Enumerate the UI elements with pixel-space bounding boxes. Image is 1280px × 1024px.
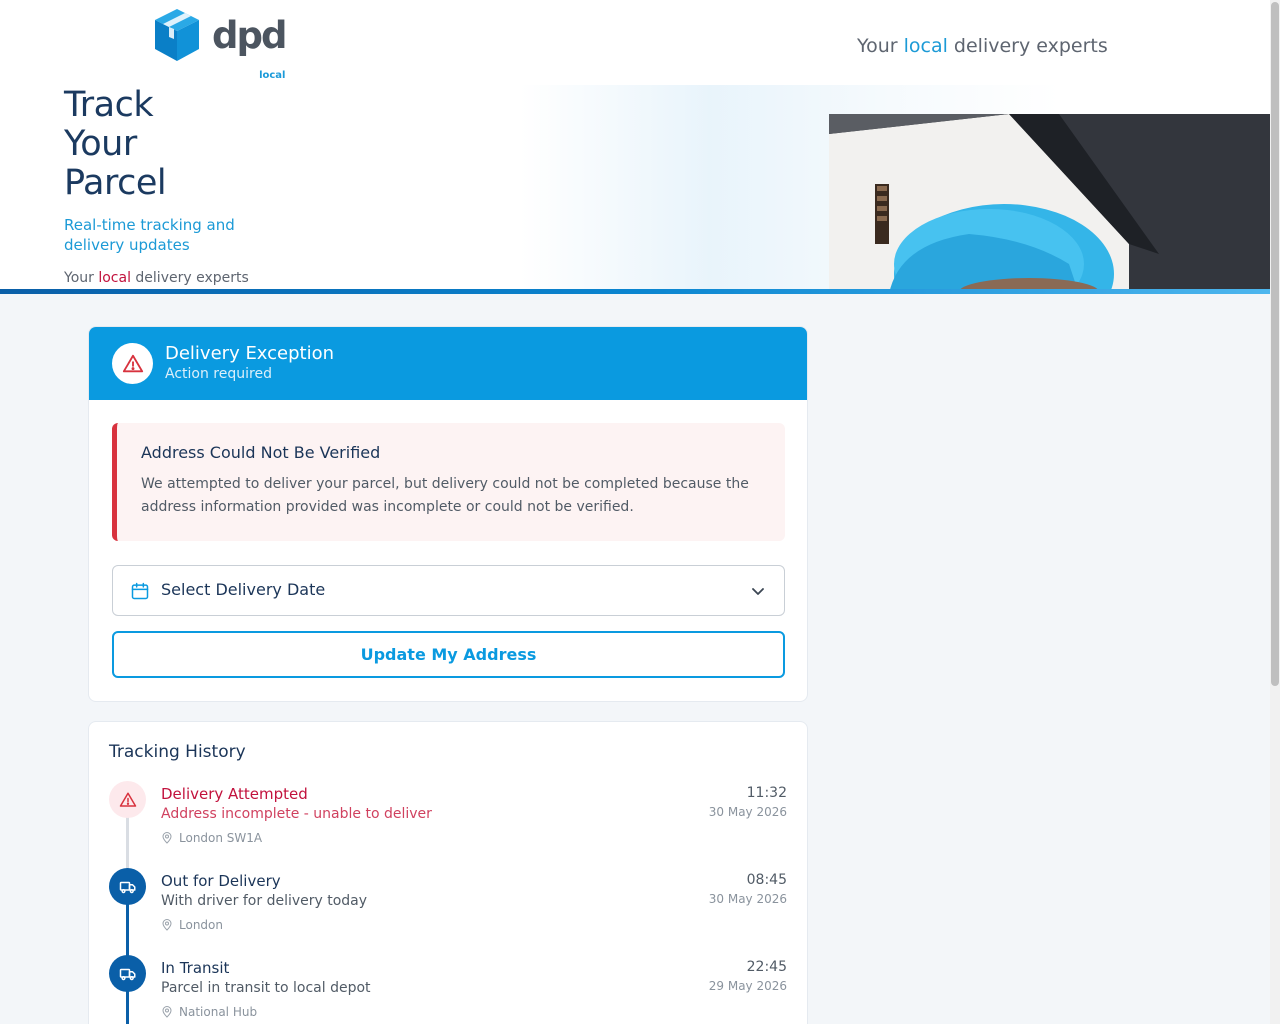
- warning-icon: [112, 343, 153, 384]
- hero-foot-pre: Your: [64, 270, 99, 286]
- update-address-button[interactable]: Update My Address: [112, 631, 785, 678]
- timeline-event: Delivery Attempted Address incomplete - …: [89, 781, 807, 861]
- alert-body: We attempted to deliver your parcel, but…: [141, 476, 749, 515]
- exception-title: Delivery Exception: [165, 343, 335, 364]
- delivery-exception-card: Delivery Exception Action required Addre…: [88, 326, 808, 702]
- exception-subtitle: Action required: [165, 366, 272, 382]
- tagline-post: delivery experts: [947, 35, 1108, 57]
- event-location: London SW1A: [161, 831, 262, 845]
- event-time: 22:45: [746, 959, 787, 975]
- timeline-event: In Transit Parcel in transit to local de…: [89, 955, 807, 1024]
- alert-title: Address Could Not Be Verified: [141, 443, 381, 462]
- address-alert: Address Could Not Be Verified We attempt…: [112, 423, 785, 541]
- event-detail: Address incomplete - unable to deliver: [161, 806, 432, 822]
- location-pin-icon: [162, 919, 172, 931]
- parcel-cube-icon: [155, 9, 199, 61]
- dpd-logo[interactable]: dpd local: [152, 7, 287, 81]
- timeline-event: Out for Delivery With driver for deliver…: [89, 868, 807, 948]
- truck-icon: [109, 955, 146, 992]
- tracking-history-title: Tracking History: [109, 742, 246, 762]
- event-location-text: London SW1A: [179, 831, 263, 845]
- title-line-3: Parcel: [64, 163, 167, 203]
- location-pin-icon: [162, 1006, 172, 1018]
- event-location: National Hub: [161, 1005, 257, 1019]
- event-detail: With driver for delivery today: [161, 893, 368, 909]
- page-scrollbar[interactable]: [1270, 0, 1280, 1024]
- hero-foot-post: delivery experts: [130, 270, 249, 286]
- tracking-history-card: Tracking History Delivery Attempted Addr…: [88, 721, 808, 1024]
- page-title: Track Your Parcel: [64, 85, 167, 203]
- chevron-down-icon: [752, 588, 764, 595]
- site-header: dpd local Your local delivery experts Tr…: [0, 0, 1270, 294]
- event-time: 11:32: [746, 785, 787, 801]
- title-line-1: Track: [64, 85, 154, 125]
- header-tagline: Your local delivery experts: [857, 35, 1108, 57]
- hero-subtitle: Real-time tracking and delivery updates: [64, 216, 235, 254]
- exception-header: Delivery Exception Action required: [89, 327, 807, 400]
- scrollbar-thumb[interactable]: [1271, 2, 1279, 686]
- event-location: London: [161, 918, 223, 932]
- event-detail: Parcel in transit to local depot: [161, 980, 371, 996]
- location-pin-icon: [162, 832, 172, 844]
- tagline-pre: Your: [857, 35, 904, 57]
- hero-foot-highlight: local: [98, 270, 131, 286]
- alert-triangle-icon: [109, 781, 146, 818]
- event-date: 29 May 2026: [708, 979, 787, 993]
- logo-sub: local: [259, 70, 286, 81]
- logo-wordmark: dpd local: [212, 17, 287, 81]
- tagline-highlight: local: [903, 35, 948, 57]
- event-date: 30 May 2026: [708, 805, 787, 819]
- event-status: Out for Delivery: [161, 872, 281, 890]
- event-date: 30 May 2026: [708, 892, 787, 906]
- header-divider: [0, 289, 1270, 294]
- event-location-text: London: [179, 918, 223, 932]
- event-status: Delivery Attempted: [161, 785, 308, 803]
- event-time: 08:45: [746, 872, 787, 888]
- date-select-label: Select Delivery Date: [161, 580, 326, 599]
- hero-tagline: Your local delivery experts: [64, 270, 249, 286]
- delivery-date-select[interactable]: Select Delivery Date: [112, 565, 785, 616]
- calendar-icon: [131, 582, 149, 600]
- event-location-text: National Hub: [179, 1005, 258, 1019]
- truck-icon: [109, 868, 146, 905]
- hero-courier-photo: [829, 114, 1270, 294]
- title-line-2: Your: [64, 124, 137, 164]
- event-status: In Transit: [161, 959, 230, 977]
